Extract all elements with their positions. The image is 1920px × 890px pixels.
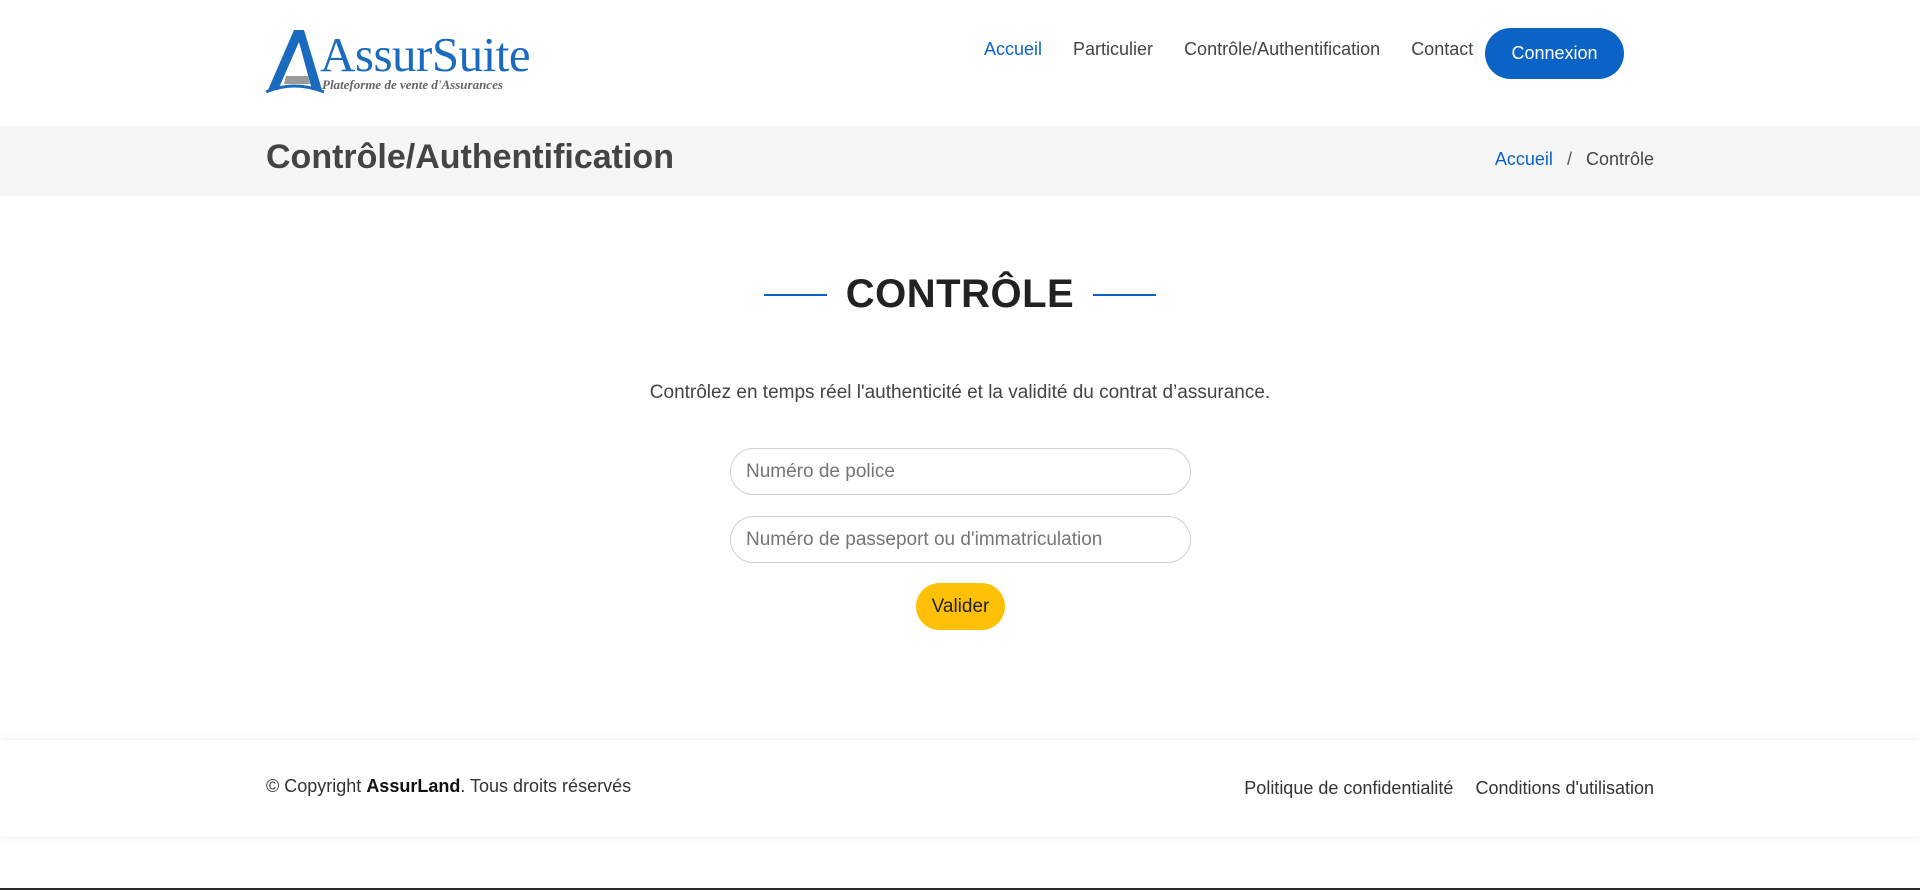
footer-links: Politique de confidentialité Conditions … — [1244, 778, 1654, 799]
section-heading: CONTRÔLE — [0, 272, 1920, 317]
nav-item-contact[interactable]: Contact — [1411, 39, 1473, 60]
breadcrumb-separator: / — [1566, 149, 1572, 169]
passport-registration-input[interactable] — [730, 516, 1191, 563]
copyright-company: AssurLand — [366, 776, 461, 796]
nav-item-particulier[interactable]: Particulier — [1073, 39, 1153, 60]
site-footer: © Copyright AssurLand. Tous droits réser… — [0, 740, 1920, 837]
heading-left-rule — [763, 293, 827, 296]
breadcrumb: Accueil / Contrôle — [1495, 149, 1654, 170]
breadcrumb-current: Contrôle — [1585, 149, 1654, 169]
section-title: CONTRÔLE — [845, 272, 1075, 316]
nav-item-accueil[interactable]: Accueil — [984, 39, 1042, 60]
brand-logo[interactable]: AssurSuite Plateforme de vente d'Assuran… — [264, 26, 531, 96]
logo-wordmark: AssurSuite — [320, 27, 531, 82]
copyright-text: © Copyright AssurLand. Tous droits réser… — [266, 776, 631, 797]
intro-text: Contrôlez en temps réel l'authenticité e… — [649, 382, 1271, 403]
login-button[interactable]: Connexion — [1485, 28, 1624, 79]
page-header-band: Contrôle/Authentification Accueil / Cont… — [0, 126, 1920, 196]
breadcrumb-home-link[interactable]: Accueil — [1495, 149, 1553, 170]
logo-tagline: Plateforme de vente d'Assurances — [322, 77, 503, 92]
terms-of-use-link[interactable]: Conditions d'utilisation — [1475, 778, 1654, 799]
policy-number-input[interactable] — [730, 448, 1191, 495]
main-nav: Accueil Particulier Contrôle/Authentific… — [984, 39, 1504, 60]
nav-item-controle-authentification[interactable]: Contrôle/Authentification — [1184, 39, 1380, 60]
copyright-suffix: . Tous droits réservés — [460, 776, 632, 796]
copyright-prefix: © Copyright — [266, 776, 367, 796]
page-title: Contrôle/Authentification — [266, 138, 674, 176]
site-header: AssurSuite Plateforme de vente d'Assuran… — [0, 0, 1920, 126]
privacy-policy-link[interactable]: Politique de confidentialité — [1244, 778, 1453, 799]
submit-button[interactable]: Valider — [916, 583, 1005, 630]
logo-a-mark-icon — [265, 30, 325, 94]
heading-right-rule — [1093, 293, 1157, 296]
